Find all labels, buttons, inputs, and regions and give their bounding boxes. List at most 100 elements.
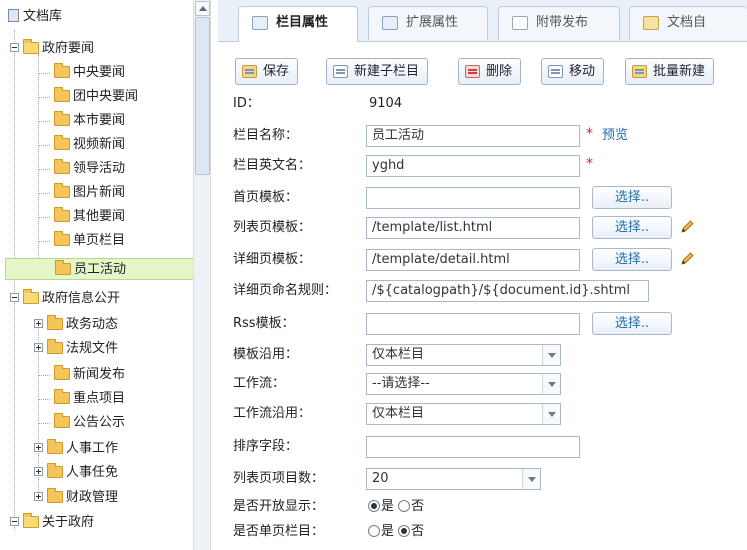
- tree-node[interactable]: 新闻发布: [38, 364, 125, 386]
- expand-icon[interactable]: [34, 343, 43, 352]
- folder-icon: [47, 487, 63, 503]
- template-inherit-select[interactable]: 仅本栏目: [366, 344, 561, 366]
- row-en-name: 栏目英文名： yghd *: [218, 154, 747, 179]
- move-button[interactable]: 移动: [541, 58, 605, 85]
- single-no-radio[interactable]: [398, 524, 411, 537]
- required-marker: *: [586, 126, 593, 142]
- collapse-icon[interactable]: [10, 293, 19, 302]
- collapse-icon[interactable]: [10, 517, 19, 526]
- id-value: 9104: [369, 96, 403, 111]
- workflow-select[interactable]: --请选择--: [366, 373, 561, 395]
- tree-node-zfyw[interactable]: 政府要闻: [10, 38, 94, 60]
- save-button[interactable]: 保存: [235, 58, 299, 85]
- row-workflow: 工作流： --请选择--: [218, 372, 747, 397]
- chevron-down-icon[interactable]: [542, 345, 560, 365]
- choose-button[interactable]: 选择..: [592, 248, 672, 271]
- single-yes-radio[interactable]: [368, 524, 380, 537]
- tab-document-custom[interactable]: 文档自: [629, 6, 747, 40]
- sort-field-input[interactable]: [366, 436, 580, 458]
- tab-column-properties[interactable]: 栏目属性: [238, 6, 358, 42]
- tree-node[interactable]: 人事工作: [34, 438, 118, 460]
- workflow-inherit-select[interactable]: 仅本栏目: [366, 403, 561, 425]
- folder-icon: [47, 462, 63, 478]
- row-template-inherit: 模板沿用： 仅本栏目: [218, 343, 747, 368]
- tree-node-zfxxgk[interactable]: 政府信息公开: [10, 288, 120, 310]
- tree-node[interactable]: 财政管理: [34, 487, 118, 509]
- pencil-icon[interactable]: [679, 251, 695, 267]
- row-list-template: 列表页模板： /template/list.html 选择..: [218, 216, 747, 241]
- tree-node[interactable]: 法规文件: [34, 338, 118, 360]
- choose-button[interactable]: 选择..: [592, 216, 672, 239]
- list-count-select[interactable]: 20: [366, 468, 541, 490]
- row-open-display: 是否开放显示： 是 否: [218, 495, 747, 520]
- tree-node[interactable]: 单页栏目: [38, 230, 125, 252]
- tree-node[interactable]: 其他要闻: [38, 206, 125, 228]
- required-marker: *: [586, 156, 593, 172]
- folder-icon: [54, 364, 70, 380]
- tree-node-selected[interactable]: 员工活动: [5, 258, 210, 280]
- open-display-radio-group: 是 否: [368, 495, 424, 518]
- tree-node[interactable]: 图片新闻: [38, 182, 125, 204]
- toolbar: 保存 新建子栏目 删除 移动 批量新建: [218, 50, 747, 90]
- tree-root[interactable]: 文档库: [8, 6, 62, 28]
- expand-icon[interactable]: [34, 319, 43, 328]
- rss-template-input[interactable]: [366, 313, 580, 335]
- folder-icon: [47, 438, 63, 454]
- home-template-input[interactable]: [366, 187, 580, 209]
- tree-node[interactable]: 领导活动: [38, 158, 125, 180]
- choose-button[interactable]: 选择..: [592, 186, 672, 209]
- tab-extended-properties[interactable]: 扩展属性: [368, 6, 488, 40]
- folder-icon: [54, 388, 70, 404]
- tree-node[interactable]: 视频新闻: [38, 134, 125, 156]
- new-icon: [333, 65, 348, 78]
- folder-icon: [23, 288, 39, 304]
- tree-node-gyzf[interactable]: 关于政府: [10, 512, 94, 534]
- batch-icon: [632, 65, 647, 78]
- chevron-down-icon[interactable]: [542, 374, 560, 394]
- tree-scrollbar[interactable]: [193, 0, 210, 550]
- edit-document-icon: [643, 16, 659, 30]
- chevron-down-icon[interactable]: [522, 469, 540, 489]
- row-workflow-inherit: 工作流沿用： 仅本栏目: [218, 402, 747, 427]
- library-icon: [8, 9, 19, 22]
- naming-rule-input[interactable]: /${catalogpath}/${document.id}.shtml: [366, 280, 649, 302]
- choose-button[interactable]: 选择..: [592, 312, 672, 335]
- move-icon: [548, 65, 563, 78]
- folder-icon: [54, 412, 70, 428]
- scroll-thumb[interactable]: [195, 17, 210, 175]
- delete-icon: [465, 65, 480, 78]
- tree-node[interactable]: 公告公示: [38, 412, 125, 434]
- folder-icon: [54, 158, 70, 174]
- scroll-up-icon[interactable]: [195, 1, 210, 16]
- row-home-template: 首页模板： 选择..: [218, 186, 747, 211]
- row-rss-template: Rss模板： 选择..: [218, 312, 747, 337]
- preview-link[interactable]: 预览: [602, 124, 628, 147]
- column-name-input[interactable]: 员工活动: [366, 125, 580, 147]
- detail-template-input[interactable]: /template/detail.html: [366, 249, 580, 271]
- expand-icon[interactable]: [34, 443, 43, 452]
- batch-new-button[interactable]: 批量新建: [625, 58, 715, 85]
- pencil-icon[interactable]: [679, 219, 695, 235]
- folder-icon: [54, 206, 70, 222]
- open-no-radio[interactable]: [398, 499, 411, 512]
- open-yes-radio[interactable]: [368, 499, 380, 512]
- tree-node[interactable]: 本市要闻: [38, 110, 125, 132]
- folder-icon: [54, 182, 70, 198]
- new-child-column-button[interactable]: 新建子栏目: [326, 58, 429, 85]
- tree-node[interactable]: 政务动态: [34, 314, 118, 336]
- folder-icon: [54, 134, 70, 150]
- english-name-input[interactable]: yghd: [366, 155, 580, 177]
- document-icon: [512, 16, 528, 30]
- expand-icon[interactable]: [34, 492, 43, 501]
- tree-node[interactable]: 团中央要闻: [38, 86, 138, 108]
- expand-icon[interactable]: [34, 467, 43, 476]
- delete-button[interactable]: 删除: [458, 58, 522, 85]
- list-template-input[interactable]: /template/list.html: [366, 217, 580, 239]
- folder-icon: [54, 62, 70, 78]
- collapse-icon[interactable]: [10, 43, 19, 52]
- chevron-down-icon[interactable]: [542, 404, 560, 424]
- tree-node[interactable]: 中央要闻: [38, 62, 125, 84]
- tab-attached-publish[interactable]: 附带发布: [498, 6, 620, 40]
- tree-node[interactable]: 重点项目: [38, 388, 125, 410]
- tree-node[interactable]: 人事任免: [34, 462, 118, 484]
